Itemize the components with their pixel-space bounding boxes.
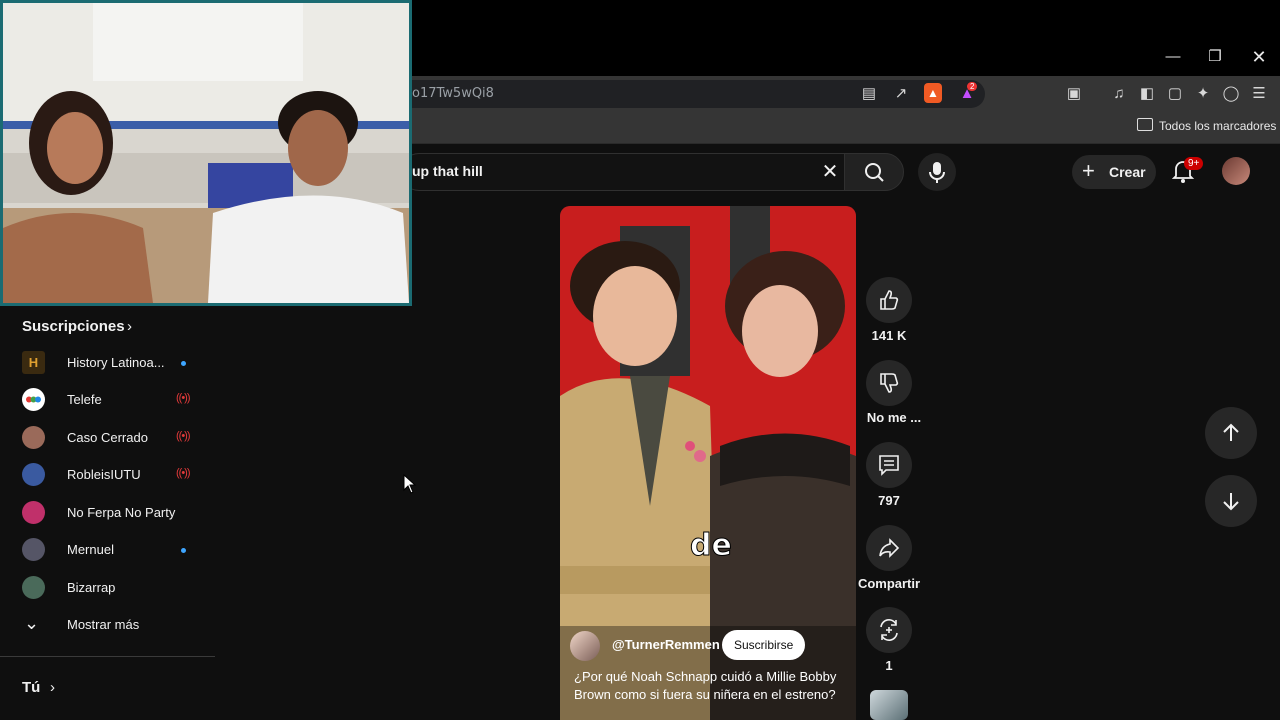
next-short-button[interactable] — [1205, 475, 1257, 527]
channel-name: Telefe — [67, 392, 102, 407]
live-icon: ((•)) — [176, 392, 190, 404]
sidebar-item-telefe[interactable]: Telefe ((•)) — [0, 382, 215, 419]
comment-icon — [879, 455, 899, 476]
sidebar-item-history-latinoamerica[interactable]: H History Latinoa... — [0, 345, 215, 382]
menu-icon[interactable]: ☰ — [1248, 83, 1270, 105]
share-button[interactable] — [866, 525, 912, 571]
new-content-dot — [181, 548, 186, 553]
remix-count: 1 — [885, 658, 893, 673]
show-more-button[interactable]: ⌄ Mostrar más — [0, 607, 215, 644]
short-title[interactable]: ¿Por qué Noah Schnapp cuidó a Millie Bob… — [574, 668, 844, 704]
channel-avatar — [22, 463, 45, 486]
channel-name: No Ferpa No Party — [67, 505, 176, 520]
sidebar-divider — [0, 656, 215, 657]
sidebar-item-bizarrap[interactable]: Bizarrap — [0, 570, 215, 607]
sidebar-item-caso-cerrado[interactable]: Caso Cerrado ((•)) — [0, 420, 215, 457]
thumbs-up-icon — [880, 290, 899, 310]
create-button[interactable]: + Crear — [1072, 155, 1156, 189]
leo-ai-icon[interactable]: ✦ — [1192, 83, 1214, 105]
mouse-cursor — [403, 473, 417, 499]
share-page-icon[interactable]: ↗ — [890, 83, 912, 105]
arrow-up-icon — [1223, 423, 1239, 441]
media-icon[interactable]: ♫ — [1108, 83, 1130, 105]
sidebar-item-robleisiutu[interactable]: RobleisIUTU ((•)) — [0, 457, 215, 494]
chevron-right-icon[interactable]: › — [50, 679, 55, 696]
remix-button[interactable] — [866, 607, 912, 653]
account-avatar[interactable] — [1222, 157, 1250, 185]
close-icon[interactable]: ✕ — [1245, 44, 1273, 70]
folder-icon — [1137, 118, 1153, 131]
all-bookmarks-link[interactable]: Todos los marcadores — [1159, 119, 1276, 133]
channel-handle[interactable]: @TurnerRemmen — [612, 637, 720, 652]
wallet-icon[interactable]: ▢ — [1164, 83, 1186, 105]
channel-avatar — [22, 426, 45, 449]
comment-count: 797 — [878, 493, 900, 508]
clear-search-icon[interactable]: ✕ — [818, 160, 842, 184]
channel-avatar — [22, 501, 45, 524]
sidebar-icon[interactable]: ◧ — [1136, 83, 1158, 105]
search-button[interactable] — [844, 153, 904, 191]
remix-icon — [880, 619, 898, 641]
thumbs-down-icon — [880, 373, 899, 393]
channel-name: Mernuel — [67, 542, 114, 557]
like-count: 141 K — [871, 328, 907, 343]
sidebar-item-mernuel[interactable]: Mernuel — [0, 532, 215, 569]
chevron-down-icon: ⌄ — [24, 613, 40, 633]
live-icon: ((•)) — [176, 430, 190, 442]
voice-search-button[interactable] — [918, 153, 956, 191]
channel-avatar — [22, 576, 45, 599]
search-icon — [865, 163, 884, 182]
subscribe-button[interactable]: Suscribirse — [722, 630, 806, 660]
microphone-icon — [929, 162, 945, 183]
comments-button[interactable] — [866, 442, 912, 488]
brave-shield-icon[interactable]: ▲ — [924, 83, 942, 103]
restore-icon[interactable]: ❐ — [1201, 44, 1229, 70]
notifications-badge: 9+ — [1184, 157, 1204, 170]
channel-name: Caso Cerrado — [67, 430, 148, 445]
chevron-right-icon[interactable]: › — [127, 318, 132, 335]
arrow-down-icon — [1223, 493, 1239, 511]
channel-avatar — [22, 538, 45, 561]
url-text[interactable]: o17Tw5wQi8 — [412, 86, 494, 101]
channel-avatar[interactable] — [570, 631, 600, 661]
channel-avatar — [22, 388, 45, 411]
channel-name: History Latinoa... — [67, 355, 165, 370]
search-query-text[interactable]: up that hill — [412, 163, 483, 179]
webcam-overlay — [0, 0, 412, 306]
minimize-icon[interactable]: — — [1159, 44, 1187, 70]
subscriptions-heading[interactable]: Suscripciones — [22, 318, 125, 335]
share-icon — [879, 538, 900, 558]
plus-icon: + — [1082, 158, 1095, 183]
vpn-icon[interactable]: ◯ — [1220, 83, 1242, 105]
create-label: Crear — [1109, 164, 1146, 180]
new-content-dot — [181, 361, 186, 366]
channel-name: Bizarrap — [67, 580, 116, 595]
screenshot-icon[interactable]: ▣ — [1063, 83, 1085, 105]
share-label: Compartir — [857, 576, 921, 591]
you-heading[interactable]: Tú — [22, 679, 40, 696]
channel-name: RobleisIUTU — [67, 467, 141, 482]
live-icon: ((•)) — [176, 467, 190, 479]
channel-avatar: H — [22, 351, 45, 374]
previous-short-button[interactable] — [1205, 407, 1257, 459]
sidebar-item-no-ferpa-no-party[interactable]: No Ferpa No Party — [0, 495, 215, 532]
cast-icon[interactable]: ▤ — [858, 83, 880, 105]
show-more-label: Mostrar más — [67, 617, 140, 632]
like-button[interactable] — [866, 277, 912, 323]
dislike-label: No me ... — [866, 410, 922, 425]
audio-thumbnail[interactable] — [870, 690, 908, 720]
video-caption: de — [690, 528, 733, 564]
webcam-image — [3, 3, 409, 303]
dislike-button[interactable] — [866, 360, 912, 406]
